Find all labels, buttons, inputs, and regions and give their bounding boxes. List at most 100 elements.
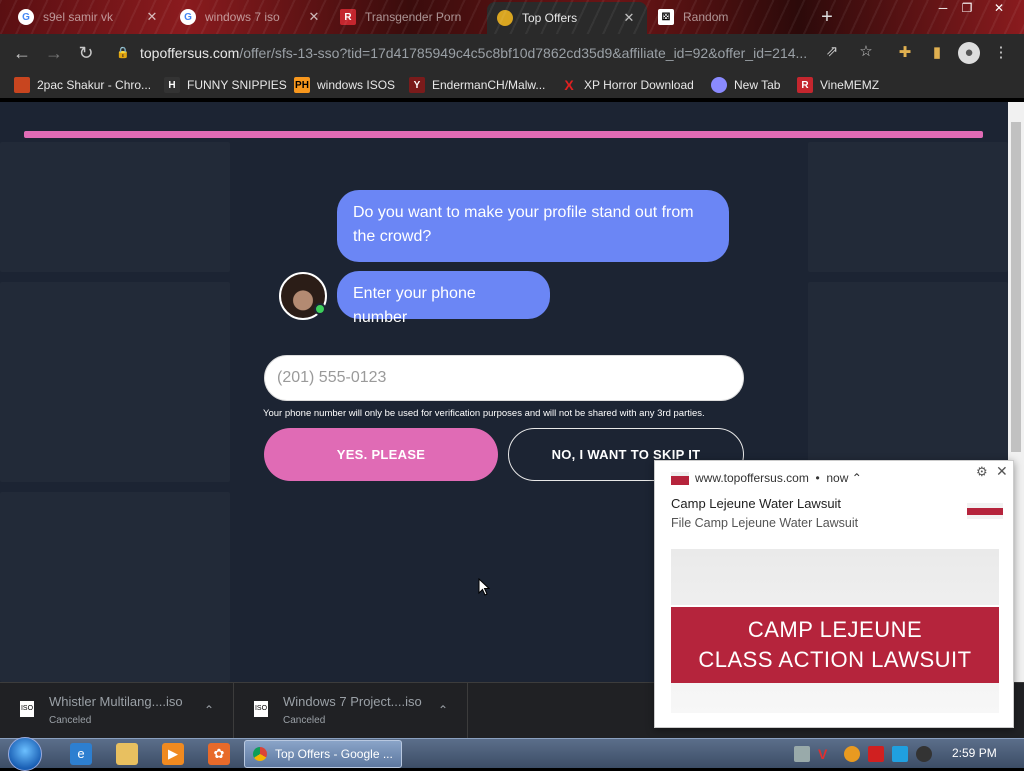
- download-item[interactable]: ISO Windows 7 Project....iso Canceled ⌃: [234, 683, 468, 739]
- google-icon: G: [180, 9, 196, 25]
- address-bar[interactable]: 🔒 topoffersus.com/offer/sfs-13-sso?tid=1…: [108, 38, 884, 68]
- r-logo-icon: R: [797, 77, 813, 93]
- bookmark-item[interactable]: H FUNNY SNIPPIES: [164, 76, 287, 94]
- h-logo-icon: H: [164, 77, 180, 93]
- paint-icon[interactable]: ✿: [208, 743, 230, 765]
- windows-taskbar: e ▶ ✿ Top Offers - Google ... V 2:59 PM: [0, 737, 1024, 771]
- bookmark-label: windows ISOS: [317, 78, 396, 92]
- reload-button[interactable]: ↻: [74, 41, 98, 65]
- restore-button[interactable]: ❐: [954, 0, 980, 16]
- x-logo-icon: X: [564, 77, 574, 93]
- network-icon[interactable]: [892, 746, 908, 762]
- url-path: /offer/sfs-13-sso?tid=17d41785949c4c5c8b…: [239, 45, 808, 61]
- bookmark-folder-icon: [14, 77, 30, 93]
- yp-logo-icon: Y: [409, 77, 425, 93]
- background-tile: [808, 282, 1008, 482]
- browser-toolbar: ← → ↻ 🔒 topoffersus.com/offer/sfs-13-sso…: [0, 34, 1024, 72]
- close-icon[interactable]: ✕: [996, 463, 1008, 480]
- bookmark-label: New Tab: [734, 78, 781, 92]
- lawsuit-banner: CAMP LEJEUNE CLASS ACTION LAWSUIT: [671, 605, 999, 683]
- tab-label: s9el samir vk: [43, 10, 114, 24]
- minimize-button[interactable]: ─: [930, 0, 956, 16]
- web-notification[interactable]: www.topoffersus.com • now ⌃ ⚙ ✕ Camp Lej…: [654, 460, 1014, 728]
- banner-line-1: CAMP LEJEUNE: [747, 617, 923, 642]
- share-icon[interactable]: ⇗: [822, 42, 842, 62]
- download-status: Canceled: [49, 715, 92, 726]
- new-tab-button[interactable]: +: [816, 6, 838, 28]
- side-panel-icon[interactable]: ▮: [926, 42, 948, 64]
- folder-icon[interactable]: [116, 743, 138, 765]
- download-item[interactable]: ISO Whistler Multilang....iso Canceled ⌃: [0, 683, 234, 739]
- download-filename: Whistler Multilang....iso: [49, 694, 183, 709]
- bookmark-label: EndermanCH/Malw...: [432, 78, 546, 92]
- tab-label: Random: [683, 10, 729, 24]
- banner-line-2: CLASS ACTION LAWSUIT: [698, 647, 972, 672]
- tab-3[interactable]: Top Offers ✕: [487, 2, 647, 34]
- r-logo-icon: R: [340, 9, 356, 25]
- tab-label: Transgender Porn: [365, 10, 462, 24]
- close-icon[interactable]: ✕: [144, 9, 160, 25]
- close-icon[interactable]: ✕: [621, 10, 637, 26]
- gear-icon[interactable]: ⚙: [976, 464, 988, 480]
- media-player-icon[interactable]: ▶: [162, 743, 184, 765]
- notification-body: File Camp Lejeune Water Lawsuit: [671, 516, 859, 530]
- url-host: topoffersus.com: [140, 45, 240, 61]
- v-tray-icon[interactable]: V: [818, 746, 834, 762]
- tab-4[interactable]: ⚄ Random: [648, 2, 808, 32]
- bookmark-label: 2pac Shakur - Chro...: [37, 78, 152, 92]
- window-close-button[interactable]: ✕: [986, 0, 1012, 16]
- scrollbar-thumb[interactable]: [1011, 122, 1021, 452]
- globe-icon: [711, 77, 727, 93]
- extensions-icon[interactable]: ✚: [894, 42, 916, 64]
- notification-time: now: [826, 471, 849, 485]
- tab-1[interactable]: G windows 7 iso ✕: [170, 2, 332, 32]
- download-status: Canceled: [283, 715, 326, 726]
- chrome-taskbar-button[interactable]: Top Offers - Google ...: [244, 740, 402, 768]
- ie-icon[interactable]: e: [70, 743, 92, 765]
- bookmark-item[interactable]: X XP Horror Download: [561, 76, 694, 94]
- tab-strip: G s9el samir vk ✕ G windows 7 iso ✕ R Tr…: [0, 0, 1024, 34]
- tab-0[interactable]: G s9el samir vk ✕: [8, 2, 170, 32]
- menu-kebab-icon[interactable]: ⋮: [990, 42, 1012, 64]
- chevron-up-icon[interactable]: ⌃: [204, 703, 214, 717]
- bookmarks-bar: 2pac Shakur - Chro... H FUNNY SNIPPIES PH…: [0, 72, 1024, 98]
- phone-number-input[interactable]: [264, 355, 744, 401]
- back-button[interactable]: ←: [10, 41, 34, 65]
- mouse-cursor-icon: [478, 578, 490, 596]
- start-button[interactable]: [8, 737, 42, 771]
- bookmark-star-icon[interactable]: ☆: [856, 42, 876, 62]
- flag-icon[interactable]: [868, 746, 884, 762]
- tab-label: windows 7 iso: [205, 10, 280, 24]
- notification-source: www.topoffersus.com • now ⌃: [695, 471, 862, 485]
- iso-file-icon: ISO: [254, 701, 268, 717]
- close-icon[interactable]: ✕: [306, 9, 322, 25]
- profile-avatar-icon[interactable]: ●: [958, 42, 980, 64]
- disclaimer-text: Your phone number will only be used for …: [263, 408, 705, 419]
- volume-icon[interactable]: [916, 746, 932, 762]
- bookmark-label: VineMEMZ: [820, 78, 880, 92]
- chat-bubble-prompt: Enter your phone number: [337, 271, 550, 326]
- search-tray-icon[interactable]: [844, 746, 860, 762]
- yes-please-button[interactable]: YES. PLEASE: [264, 428, 498, 481]
- download-filename: Windows 7 Project....iso: [283, 694, 422, 709]
- tray-app-icon[interactable]: [794, 746, 810, 762]
- offer-icon: [497, 10, 513, 26]
- chevron-up-icon[interactable]: ⌃: [438, 703, 448, 717]
- iso-file-icon: ISO: [20, 701, 34, 717]
- bookmark-item[interactable]: R VineMEMZ: [797, 76, 879, 94]
- bookmark-item[interactable]: 2pac Shakur - Chro...: [14, 76, 151, 94]
- chat-bubble-question: Do you want to make your profile stand o…: [337, 190, 729, 262]
- tab-2[interactable]: R Transgender Porn: [330, 2, 490, 32]
- lock-icon: 🔒: [116, 47, 130, 59]
- bookmark-item[interactable]: PH windows ISOS: [294, 76, 395, 94]
- bookmark-label: FUNNY SNIPPIES: [187, 78, 287, 92]
- background-tile: [808, 142, 1008, 272]
- ph-logo-icon: PH: [294, 77, 310, 93]
- bookmark-item[interactable]: Y EndermanCH/Malw...: [409, 76, 545, 94]
- forward-button[interactable]: →: [42, 41, 66, 65]
- online-status-dot: [314, 303, 326, 315]
- tab-label: Top Offers: [522, 11, 578, 25]
- bookmark-item[interactable]: New Tab: [711, 76, 780, 94]
- url-text: topoffersus.com/offer/sfs-13-sso?tid=17d…: [140, 45, 807, 61]
- taskbar-clock: 2:59 PM: [952, 746, 997, 760]
